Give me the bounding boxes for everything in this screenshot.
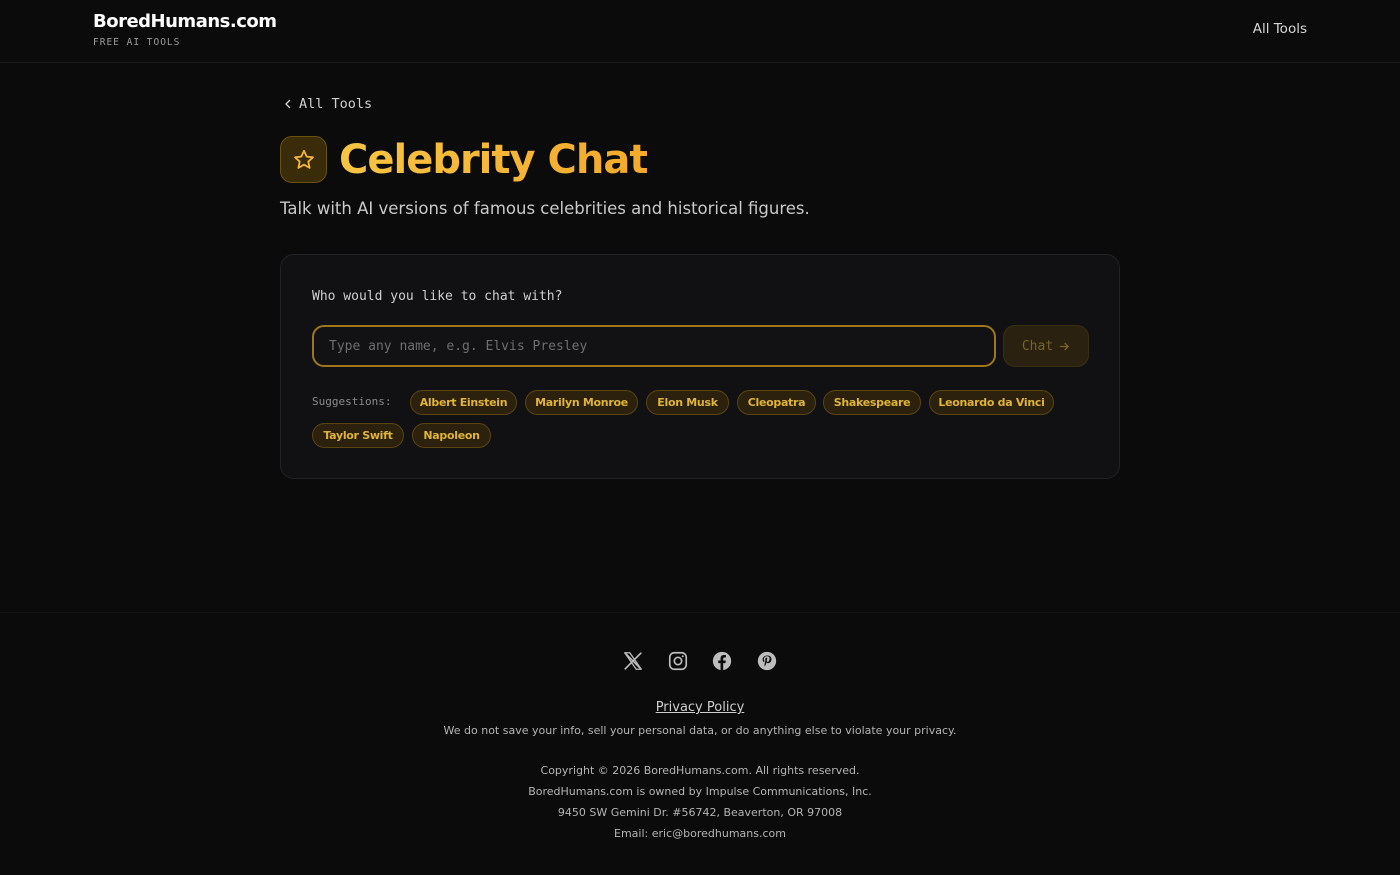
privacy-policy-link[interactable]: Privacy Policy — [656, 700, 745, 715]
title-row: Celebrity Chat — [280, 136, 648, 183]
chat-setup-card: Who would you like to chat with? Chat Su… — [280, 254, 1120, 479]
brand-logo[interactable]: BoredHumans.com FREE AI TOOLS — [93, 11, 277, 48]
nav-all-tools-link[interactable]: All Tools — [1253, 21, 1307, 37]
suggestion-chip[interactable]: Albert Einstein — [410, 390, 517, 415]
chat-prompt-label: Who would you like to chat with? — [312, 289, 563, 304]
email-text: Email: eric@boredhumans.com — [614, 827, 786, 840]
title-icon-badge — [280, 136, 327, 183]
x-logo — [624, 652, 642, 670]
star-icon — [293, 149, 314, 169]
pinterest-icon[interactable] — [756, 650, 778, 672]
suggestion-chip[interactable]: Cleopatra — [737, 390, 816, 415]
pinterest-logo — [757, 651, 777, 671]
arrow-right-icon — [1059, 342, 1069, 350]
facebook-icon[interactable] — [711, 650, 733, 672]
privacy-statement: We do not save your info, sell your pers… — [443, 724, 957, 737]
page-subtitle: Talk with AI versions of famous celebrit… — [280, 199, 810, 218]
x-icon[interactable] — [622, 650, 644, 672]
celebrity-name-input[interactable] — [312, 325, 996, 367]
suggestion-chip[interactable]: Leonardo da Vinci — [929, 390, 1054, 415]
back-link-label: All Tools — [299, 96, 373, 112]
suggestion-chip[interactable]: Marilyn Monroe — [525, 390, 638, 415]
facebook-logo — [712, 651, 732, 671]
suggestion-chip[interactable]: Taylor Swift — [312, 423, 404, 448]
suggestions-label: Suggestions: — [312, 395, 392, 408]
chevron-left-icon — [285, 99, 291, 109]
suggestion-chip[interactable]: Elon Musk — [646, 390, 729, 415]
page-title: Celebrity Chat — [339, 136, 648, 183]
instagram-icon[interactable] — [667, 650, 689, 672]
brand-tagline: FREE AI TOOLS — [93, 37, 181, 48]
copyright-text: Copyright © 2026 BoredHumans.com. All ri… — [540, 764, 860, 777]
suggestion-chip[interactable]: Napoleon — [412, 423, 491, 448]
suggestion-chip[interactable]: Shakespeare — [823, 390, 921, 415]
footer-divider — [0, 612, 1400, 613]
chat-button-label: Chat — [1021, 338, 1054, 354]
site-header: BoredHumans.com FREE AI TOOLS All Tools — [0, 0, 1400, 63]
address-text: 9450 SW Gemini Dr. #56742, Beaverton, OR… — [557, 806, 843, 819]
brand-name: BoredHumans.com — [93, 11, 277, 32]
privacy-policy-link-row: Privacy Policy — [0, 700, 1400, 715]
chat-button[interactable]: Chat — [1003, 325, 1089, 367]
instagram-logo — [668, 651, 688, 671]
back-to-all-tools-link[interactable]: All Tools — [283, 96, 372, 112]
owner-text: BoredHumans.com is owned by Impulse Comm… — [528, 785, 872, 798]
